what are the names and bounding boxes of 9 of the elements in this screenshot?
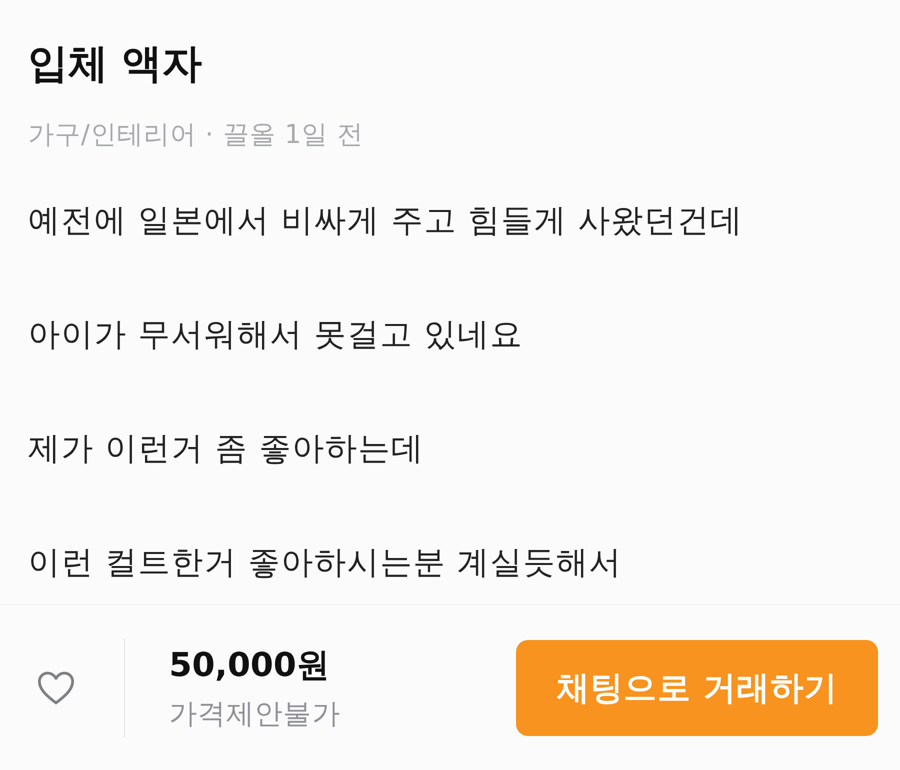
description-line: 이런 컬트한거 좋아하시는분 계실듯해서 (28, 542, 622, 582)
description-line: 예전에 일본에서 비싸게 주고 힘들게 사왔던건데 (28, 200, 743, 240)
chat-trade-button[interactable]: 채팅으로 거래하기 (516, 640, 878, 736)
listing-meta: 가구/인테리어 · 끌올 1일 전 (28, 119, 364, 152)
description-line: 아이가 무서워해서 못걸고 있네요 (28, 314, 523, 354)
description-line: 제가 이런거 좀 좋아하는데 (28, 428, 424, 468)
listing-title: 입체 액자 (28, 40, 202, 89)
price: 50,000원 (169, 644, 330, 684)
price-note: 가격제안불가 (169, 696, 340, 730)
